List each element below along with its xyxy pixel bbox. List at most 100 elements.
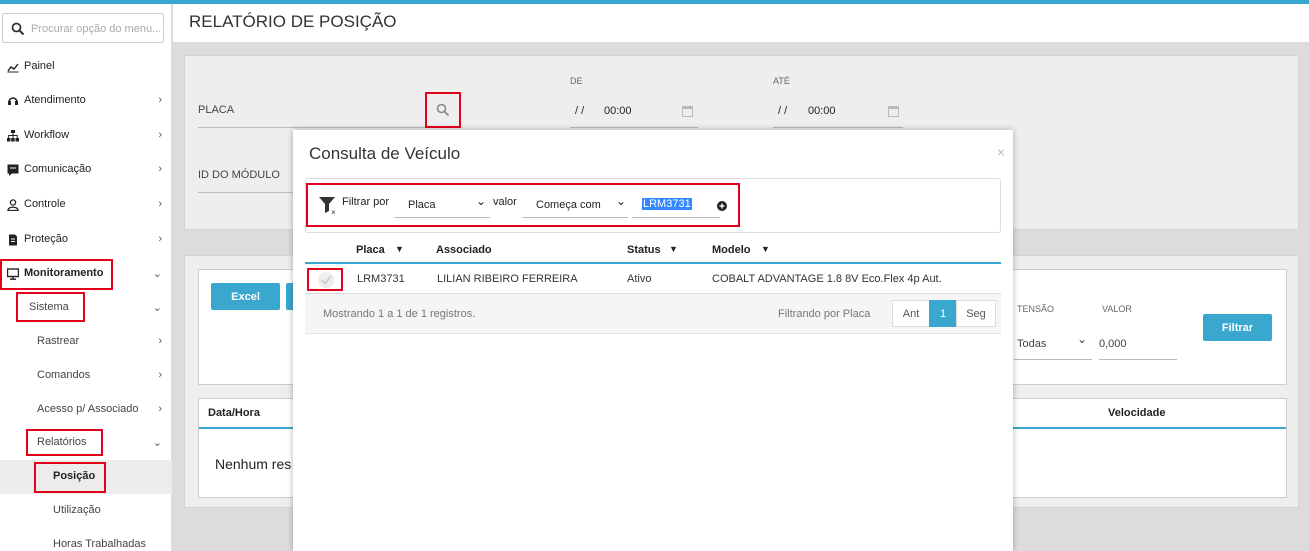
sidebar-item-relatorios[interactable]: Relatórios ⌄ xyxy=(0,426,172,460)
sidebar-item-painel[interactable]: Painel xyxy=(0,50,172,84)
add-circle-icon[interactable] xyxy=(717,201,727,211)
headset-icon xyxy=(8,97,18,105)
filter-clear-icon[interactable]: × xyxy=(318,195,338,215)
sidebar-item-utilizacao[interactable]: Utilização xyxy=(0,494,172,528)
tensao-label: TENSÃO xyxy=(1017,304,1055,314)
sitemap-icon xyxy=(7,130,19,142)
chevron-down-icon: ⌄ xyxy=(616,194,627,208)
sidebar-item-label: Workflow xyxy=(24,129,70,141)
sidebar-item-label: Painel xyxy=(24,60,55,72)
de-label: DE xyxy=(570,76,583,86)
sidebar-item-label: Controle xyxy=(24,198,66,210)
modal-title: Consulta de Veículo xyxy=(309,144,461,163)
sidebar-item-horas-trabalhadas[interactable]: Horas Trabalhadas xyxy=(0,528,172,551)
excel-button[interactable]: Excel xyxy=(211,283,280,310)
empty-message: Nenhum res xyxy=(215,456,292,472)
chevron-right-icon: › xyxy=(158,198,162,210)
sidebar-item-acesso-associado[interactable]: Acesso p/ Associado › xyxy=(0,393,172,427)
chevron-right-icon: › xyxy=(158,403,162,415)
sidebar-item-rastrear[interactable]: Rastrear › xyxy=(0,325,172,359)
pager-next-button[interactable]: Seg xyxy=(956,300,996,327)
sidebar-item-label: Utilização xyxy=(53,504,101,516)
sort-icon[interactable]: ▼ xyxy=(669,244,678,254)
sidebar-item-label: Rastrear xyxy=(37,335,80,347)
sort-icon[interactable]: ▼ xyxy=(761,244,770,254)
calendar-icon[interactable] xyxy=(888,106,899,117)
sidebar-item-workflow[interactable]: Workflow › xyxy=(0,119,172,153)
col-placa[interactable]: Placa xyxy=(356,244,385,256)
search-icon xyxy=(11,22,25,36)
sidebar-item-label: Acesso p/ Associado xyxy=(37,403,139,415)
vehicle-search-modal: Consulta de Veículo × × Filtrar por Plac… xyxy=(293,130,1013,551)
checkmark-icon xyxy=(317,271,335,289)
modulo-label: ID DO MÓDULO xyxy=(198,169,280,181)
close-icon[interactable]: × xyxy=(997,144,1005,160)
de-date-field[interactable]: / / xyxy=(575,105,584,117)
chevron-right-icon: › xyxy=(158,335,162,347)
sidebar-item-label: Atendimento xyxy=(24,94,86,106)
pager-prev-button[interactable]: Ant xyxy=(892,300,930,327)
sidebar-item-label: Monitoramento xyxy=(24,267,104,279)
user-icon xyxy=(7,199,19,211)
chevron-down-icon: ⌄ xyxy=(152,302,162,314)
menu-search-input[interactable] xyxy=(31,20,161,38)
sidebar-item-protecao[interactable]: Proteção › xyxy=(0,223,172,257)
col-datahora[interactable]: Data/Hora xyxy=(208,407,260,419)
monitor-icon xyxy=(7,268,19,280)
sidebar-item-label: Sistema xyxy=(29,301,69,313)
search-icon xyxy=(436,103,450,117)
tensao-select[interactable]: Todas xyxy=(1017,338,1046,350)
search-value-input[interactable]: LRM3731 xyxy=(642,198,692,210)
table-header: Placa ▼ Associado Status ▼ Modelo ▼ xyxy=(305,234,1001,264)
chevron-right-icon: › xyxy=(158,233,162,245)
sidebar-item-label: Posição xyxy=(53,470,96,482)
sidebar-item-sistema[interactable]: Sistema ⌄ xyxy=(0,291,172,325)
cell-modelo: COBALT ADVANTAGE 1.8 8V Eco.Flex 4p Aut. xyxy=(712,273,942,285)
sidebar-item-label: Comandos xyxy=(37,369,91,381)
col-status[interactable]: Status xyxy=(627,244,661,256)
pager-current-page[interactable]: 1 xyxy=(929,300,957,327)
chevron-right-icon: › xyxy=(158,129,162,141)
records-info: Mostrando 1 a 1 de 1 registros. xyxy=(323,308,476,320)
placa-search-button[interactable] xyxy=(425,92,461,128)
sidebar-item-label: Horas Trabalhadas xyxy=(53,538,146,550)
ate-date-field[interactable]: / / xyxy=(778,105,787,117)
filtering-info: Filtrando por Placa xyxy=(778,308,871,320)
line-chart-icon xyxy=(7,63,19,73)
sidebar-item-label: Relatórios xyxy=(37,436,87,448)
document-icon xyxy=(9,234,17,246)
sidebar-item-posicao[interactable]: Posição xyxy=(0,460,172,494)
valor-label: VALOR xyxy=(1102,304,1132,314)
sort-icon[interactable]: ▼ xyxy=(395,244,404,254)
filtrar-button[interactable]: Filtrar xyxy=(1203,314,1272,341)
page-title: RELATÓRIO DE POSIÇÃO xyxy=(189,12,397,31)
chevron-down-icon: ⌄ xyxy=(1077,332,1088,346)
sidebar-item-controle[interactable]: Controle › xyxy=(0,188,172,222)
message-icon xyxy=(7,164,19,176)
chevron-down-icon: ⌄ xyxy=(152,437,162,449)
valor-input[interactable]: 0,000 xyxy=(1099,338,1127,350)
sidebar-item-atendimento[interactable]: Atendimento › xyxy=(0,84,172,118)
col-associado[interactable]: Associado xyxy=(436,244,492,256)
sidebar: Painel Atendimento › Workflow › Comunica… xyxy=(0,4,172,551)
sidebar-item-label: Proteção xyxy=(24,233,69,245)
col-velocidade[interactable]: Velocidade xyxy=(1108,407,1165,419)
chevron-right-icon: › xyxy=(158,163,162,175)
select-row-checkbox[interactable] xyxy=(307,268,343,291)
table-row[interactable]: LRM3731 LILIAN RIBEIRO FERREIRA Ativo CO… xyxy=(305,264,1001,294)
filter-box: × Filtrar por Placa ⌄ valor Começa com ⌄… xyxy=(305,178,1001,233)
ate-time-field[interactable]: 00:00 xyxy=(808,105,836,117)
calendar-icon[interactable] xyxy=(682,106,693,117)
col-modelo[interactable]: Modelo xyxy=(712,244,751,256)
ate-label: ATÉ xyxy=(773,76,790,86)
menu-search[interactable] xyxy=(2,13,164,43)
table-footer: Mostrando 1 a 1 de 1 registros. Filtrand… xyxy=(305,294,1001,334)
sidebar-item-comandos[interactable]: Comandos › xyxy=(0,359,172,393)
filter-by-select[interactable]: Placa xyxy=(408,199,436,211)
sidebar-item-comunicacao[interactable]: Comunicação › xyxy=(0,153,172,187)
cell-placa: LRM3731 xyxy=(357,273,405,285)
sidebar-item-monitoramento[interactable]: Monitoramento ⌄ xyxy=(0,257,172,291)
chevron-right-icon: › xyxy=(158,94,162,106)
match-select[interactable]: Começa com xyxy=(536,199,601,211)
de-time-field[interactable]: 00:00 xyxy=(604,105,632,117)
